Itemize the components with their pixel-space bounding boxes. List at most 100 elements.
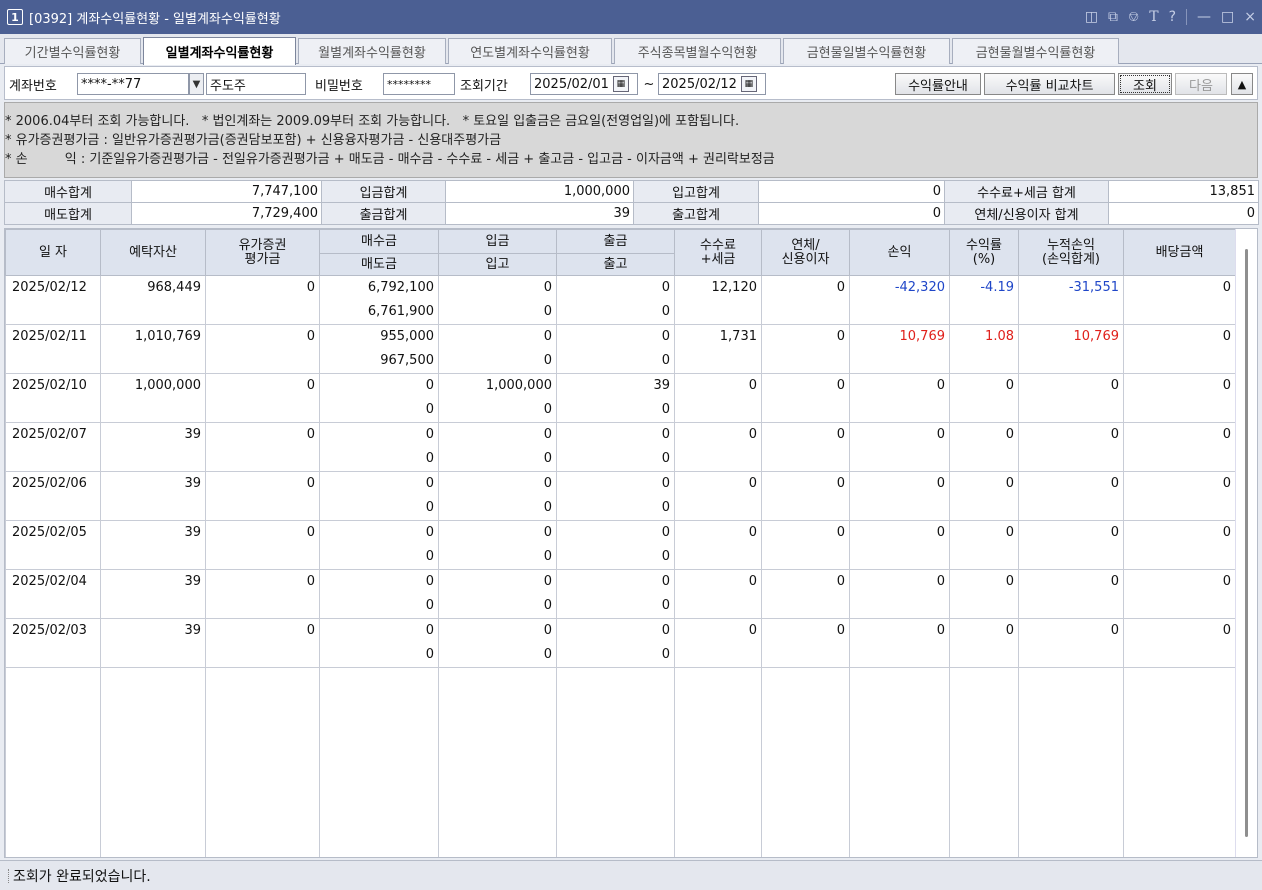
calendar-icon[interactable]: ▦ [740,76,757,92]
window-controls: ◫ ⧉ ⎊ T ? — □ × [1085,0,1256,34]
row-withdraw: 0 [556,520,675,545]
header-sell[interactable]: 매도금 [319,253,439,276]
row-buy: 0 [319,373,439,398]
help-icon[interactable]: ? [1169,9,1176,25]
empty-cell [100,446,206,472]
row-in: 0 [438,495,557,521]
table-row-secondary[interactable]: 6,761,900 0 0 [5,299,1236,325]
empty-cell [949,667,1019,857]
row-date: 2025/02/07 [5,422,101,447]
row-deposit-asset: 39 [100,569,206,594]
account-number-field[interactable]: ****-**77 [77,73,189,95]
empty-cell [849,642,950,668]
cascade-icon[interactable]: ⧉ [1108,9,1118,25]
close-icon[interactable]: × [1244,9,1256,25]
layout-icon[interactable]: ◫ [1085,9,1098,25]
empty-cell [949,299,1019,325]
tab-monthly-account-return[interactable]: 월별계좌수익률현황 [298,38,446,64]
summary-table: 매수합계 7,747,100 입금합계 1,000,000 입고합계 0 수수료… [4,180,1259,225]
row-deposit-asset: 39 [100,618,206,643]
summary-value: 0 [758,180,945,203]
header-securities-eval[interactable]: 유가증권 평가금 [205,229,320,276]
empty-cell [1123,544,1236,570]
vertical-scrollbar[interactable] [1235,229,1257,857]
table-row[interactable]: 2025/02/05 39 0 0 0 0 0 0 0 0 0 0 [5,520,1236,545]
table-row[interactable]: 2025/02/12 968,449 0 6,792,100 0 0 12,120 0 -42,… [5,275,1236,300]
end-date-field[interactable]: 2025/02/12 ▦ [658,73,766,95]
search-button[interactable]: 조회 [1118,73,1172,95]
empty-cell [761,593,850,619]
row-deposit-asset: 39 [100,422,206,447]
tab-yearly-account-return[interactable]: 연도별계좌수익률현황 [448,38,612,64]
header-buy[interactable]: 매수금 [319,229,439,254]
window-number-badge[interactable]: 1 [7,9,23,25]
table-row-secondary[interactable]: 000 [5,642,1236,668]
header-date[interactable]: 일 자 [5,229,101,276]
account-dropdown-button[interactable]: ▼ [189,73,204,95]
row-overdue-interest: 0 [761,373,850,398]
notice-line: * 2006.04부터 조회 가능합니다. * 법인계좌는 2009.09부터 … [5,114,740,129]
table-row-secondary[interactable]: 000 [5,495,1236,521]
calendar-icon[interactable]: ▦ [612,76,629,92]
empty-cell [1123,446,1236,472]
header-overdue-interest[interactable]: 연체/신용이자 [761,229,850,276]
summary-label: 출고합계 [633,202,759,225]
minimize-icon[interactable]: — [1197,9,1211,25]
password-field[interactable]: ******** [383,73,455,95]
scrollbar-thumb[interactable] [1245,249,1248,837]
tab-gold-monthly-return[interactable]: 금현물월별수익률현황 [952,38,1119,64]
empty-cell [949,348,1019,374]
header-cumulative-pnl[interactable]: 누적손익 (손익합계) [1018,229,1124,276]
empty-cell [849,299,950,325]
header-pnl[interactable]: 손익 [849,229,950,276]
table-row[interactable]: 2025/02/11 1,010,769 0 955,000 0 0 1,731 0 10,76… [5,324,1236,349]
table-row[interactable]: 2025/02/04 39 0 0 0 0 0 0 0 0 0 0 [5,569,1236,594]
tab-gold-daily-return[interactable]: 금현물일별수익률현황 [783,38,950,64]
return-guide-button[interactable]: 수익률안내 [895,73,981,95]
account-label: 계좌번호 [9,78,57,94]
font-size-icon[interactable]: T [1149,9,1158,25]
pin-icon[interactable]: ⎊ [1128,9,1139,25]
table-row-secondary[interactable]: 967,500 0 0 [5,348,1236,374]
collapse-button[interactable]: ▲ [1231,73,1253,95]
tab-period-return[interactable]: 기간별수익률현황 [4,38,141,64]
table-row[interactable]: 2025/02/03 39 0 0 0 0 0 0 0 0 0 0 [5,618,1236,643]
row-securities-eval: 0 [205,324,320,349]
empty-cell [100,397,206,423]
empty-cell [100,593,206,619]
row-overdue-interest: 0 [761,275,850,300]
header-fee-tax[interactable]: 수수료 +세금 [674,229,762,276]
row-pnl: 0 [849,569,950,594]
row-pnl: 0 [849,471,950,496]
header-in[interactable]: 입고 [438,253,557,276]
row-sell: 0 [319,642,439,668]
table-row-secondary[interactable]: 000 [5,397,1236,423]
return-compare-chart-button[interactable]: 수익률 비교차트 [984,73,1115,95]
row-buy: 6,792,100 [319,275,439,300]
table-row-secondary[interactable]: 000 [5,544,1236,570]
tab-daily-account-return[interactable]: 일별계좌수익률현황 [143,37,296,65]
header-out[interactable]: 출고 [556,253,675,276]
next-button[interactable]: 다음 [1175,73,1227,95]
header-return-rate[interactable]: 수익률 (%) [949,229,1019,276]
row-withdraw: 39 [556,373,675,398]
table-row-secondary[interactable]: 000 [5,593,1236,619]
header-dividend[interactable]: 배당금액 [1123,229,1236,276]
tab-stock-monthly-return[interactable]: 주식종목별월수익현황 [614,38,781,64]
start-date-field[interactable]: 2025/02/01 ▦ [530,73,638,95]
empty-cell [5,544,101,570]
table-row-secondary[interactable]: 000 [5,446,1236,472]
table-row[interactable]: 2025/02/07 39 0 0 0 0 0 0 0 0 0 0 [5,422,1236,447]
row-buy: 0 [319,520,439,545]
row-overdue-interest: 0 [761,569,850,594]
table-row[interactable]: 2025/02/10 1,000,000 0 0 1,000,000 39 0 0 0 0 0 0 [5,373,1236,398]
header-line: 누적손익 [1047,237,1095,253]
row-return-rate: 0 [949,471,1019,496]
header-withdraw[interactable]: 출금 [556,229,675,254]
header-deposit[interactable]: 입금 [438,229,557,254]
header-deposit-asset[interactable]: 예탁자산 [100,229,206,276]
row-deposit-asset: 1,000,000 [100,373,206,398]
table-row[interactable]: 2025/02/06 39 0 0 0 0 0 0 0 0 0 0 [5,471,1236,496]
grid-body: 2025/02/12 968,449 0 6,792,100 0 0 12,120 0 -42,… [5,275,1236,857]
maximize-icon[interactable]: □ [1221,9,1234,25]
